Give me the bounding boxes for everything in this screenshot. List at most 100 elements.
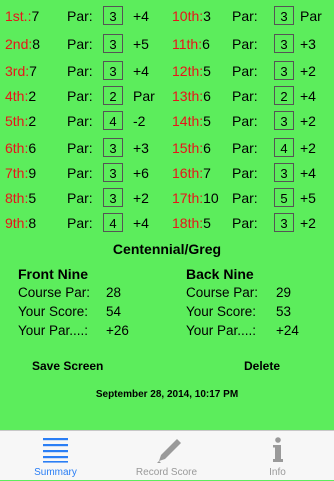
front-par-row: Your Par....: +26 [18,321,168,340]
pencil-icon [157,439,181,463]
par-label: Par: [232,63,258,79]
scorecard-screen: 1st.:7 Par: 3 +4 2nd:8 Par: 3 +5 3rd:7 Par: 3 +4 4th… [0,0,334,430]
par-label: Par: [67,113,93,129]
hole-strokes: 9 [28,165,37,181]
tab-record-score[interactable]: Record Score [111,431,222,481]
front-score-label: Your Score: [18,304,89,319]
hole-strokes: 8 [32,36,41,52]
back-course-par-row: Course Par: 29 [186,283,326,302]
hole-row: 7th:9 Par: 3 +6 [5,163,165,183]
hole-row: 11th:6 Par: 3 +3 [172,34,332,54]
back-score-value: 53 [276,304,292,319]
front-course-par-label: Course Par: [18,285,91,300]
hole-row: 10th:3 Par: 3 Par [172,6,332,26]
hole-number: 14th: [172,113,204,129]
hole-label: 8th:5 [5,188,36,208]
relative-to-par: +5 [300,190,316,206]
hole-row: 9th:8 Par: 4 +4 [5,213,165,233]
hole-label: 15th:6 [172,138,211,158]
hole-row: 14th:5 Par: 3 +2 [172,111,332,131]
back-course-par-label: Course Par: [186,285,259,300]
par-value-box: 2 [274,86,294,105]
front-score-row: Your Score: 54 [18,302,168,321]
par-label: Par: [67,36,93,52]
front-course-par-row: Course Par: 28 [18,283,168,302]
tab-record-score-label: Record Score [135,467,198,478]
hole-number: 16th: [172,165,204,181]
hole-strokes: 6 [203,140,211,156]
relative-to-par: +4 [300,165,316,181]
par-value-box: 4 [103,111,123,130]
hole-label: 11th:6 [172,34,210,54]
hole-label: 4th:2 [5,86,36,106]
hole-strokes: 2 [28,113,37,129]
hole-row: 16th:7 Par: 3 +4 [172,163,332,183]
relative-to-par: Par [300,8,322,24]
par-value-box: 3 [274,111,294,130]
hole-strokes: 7 [31,8,40,24]
hole-row: 18th:5 Par: 3 +2 [172,213,332,233]
hole-number: 8th: [5,190,29,206]
relative-to-par: +3 [133,140,149,156]
par-label: Par: [232,8,258,24]
par-value-box: 3 [274,6,294,25]
hole-label: 5th:2 [5,111,36,131]
hole-row: 17th:10 Par: 5 +5 [172,188,332,208]
hole-row: 13th:6 Par: 2 +4 [172,86,332,106]
hole-row: 12th:5 Par: 3 +2 [172,61,332,81]
hole-number: 12th: [172,63,204,79]
par-label: Par: [67,190,93,206]
par-label: Par: [67,165,93,181]
list-icon [43,438,68,463]
par-label: Par: [232,140,258,156]
tab-info[interactable]: Info [222,431,333,481]
delete-button[interactable]: Delete [244,358,280,374]
tab-summary[interactable]: Summary [0,431,111,481]
hole-strokes: 5 [203,63,211,79]
hole-strokes: 5 [28,190,37,206]
hole-strokes: 5 [203,215,211,231]
hole-label: 12th:5 [172,61,211,81]
round-timestamp: September 28, 2014, 10:17 PM [95,389,239,400]
front-par-value: +26 [106,323,129,338]
par-value-box: 3 [103,188,123,207]
hole-number: 17th: [172,190,204,206]
par-value-box: 2 [103,86,123,105]
tab-summary-label: Summary [34,467,77,478]
hole-number: 10th: [172,8,204,24]
relative-to-par: +4 [133,63,149,79]
hole-number: 9th: [5,215,29,231]
hole-number: 5th: [5,113,29,129]
course-title: Centennial/Greg [112,241,222,257]
hole-strokes: 6 [202,36,210,52]
relative-to-par: +2 [300,113,316,129]
hole-strokes: 2 [28,88,37,104]
hole-label: 9th:8 [5,213,36,233]
par-label: Par: [232,215,258,231]
hole-strokes: 6 [203,88,211,104]
back-course-par-value: 29 [276,285,292,300]
par-label: Par: [67,8,93,24]
hole-strokes: 7 [29,63,37,79]
hole-label: 18th:5 [172,213,211,233]
hole-strokes: 10 [203,190,219,206]
hole-number: 11th: [172,36,203,52]
par-label: Par: [232,113,258,129]
back-score-row: Your Score: 53 [186,302,326,321]
hole-number: 2nd: [5,36,33,52]
hole-row: 8th:5 Par: 3 +2 [5,188,165,208]
par-value-box: 4 [274,138,294,157]
relative-to-par: +6 [133,165,149,181]
front-course-par-value: 28 [106,285,122,300]
relative-to-par: +4 [300,88,316,104]
par-value-box: 5 [274,188,294,207]
hole-label: 13th:6 [172,86,211,106]
hole-number: 18th: [172,215,204,231]
hole-label: 1st.:7 [5,6,39,26]
back-par-label: Your Par....: [186,323,257,338]
par-label: Par: [232,88,258,104]
save-screen-button[interactable]: Save Screen [32,358,103,374]
back-nine-summary: Back Nine Course Par: 29 Your Score: 53 … [186,265,326,340]
front-nine-summary: Front Nine Course Par: 28 Your Score: 54… [18,265,168,340]
relative-to-par: +2 [300,140,316,156]
